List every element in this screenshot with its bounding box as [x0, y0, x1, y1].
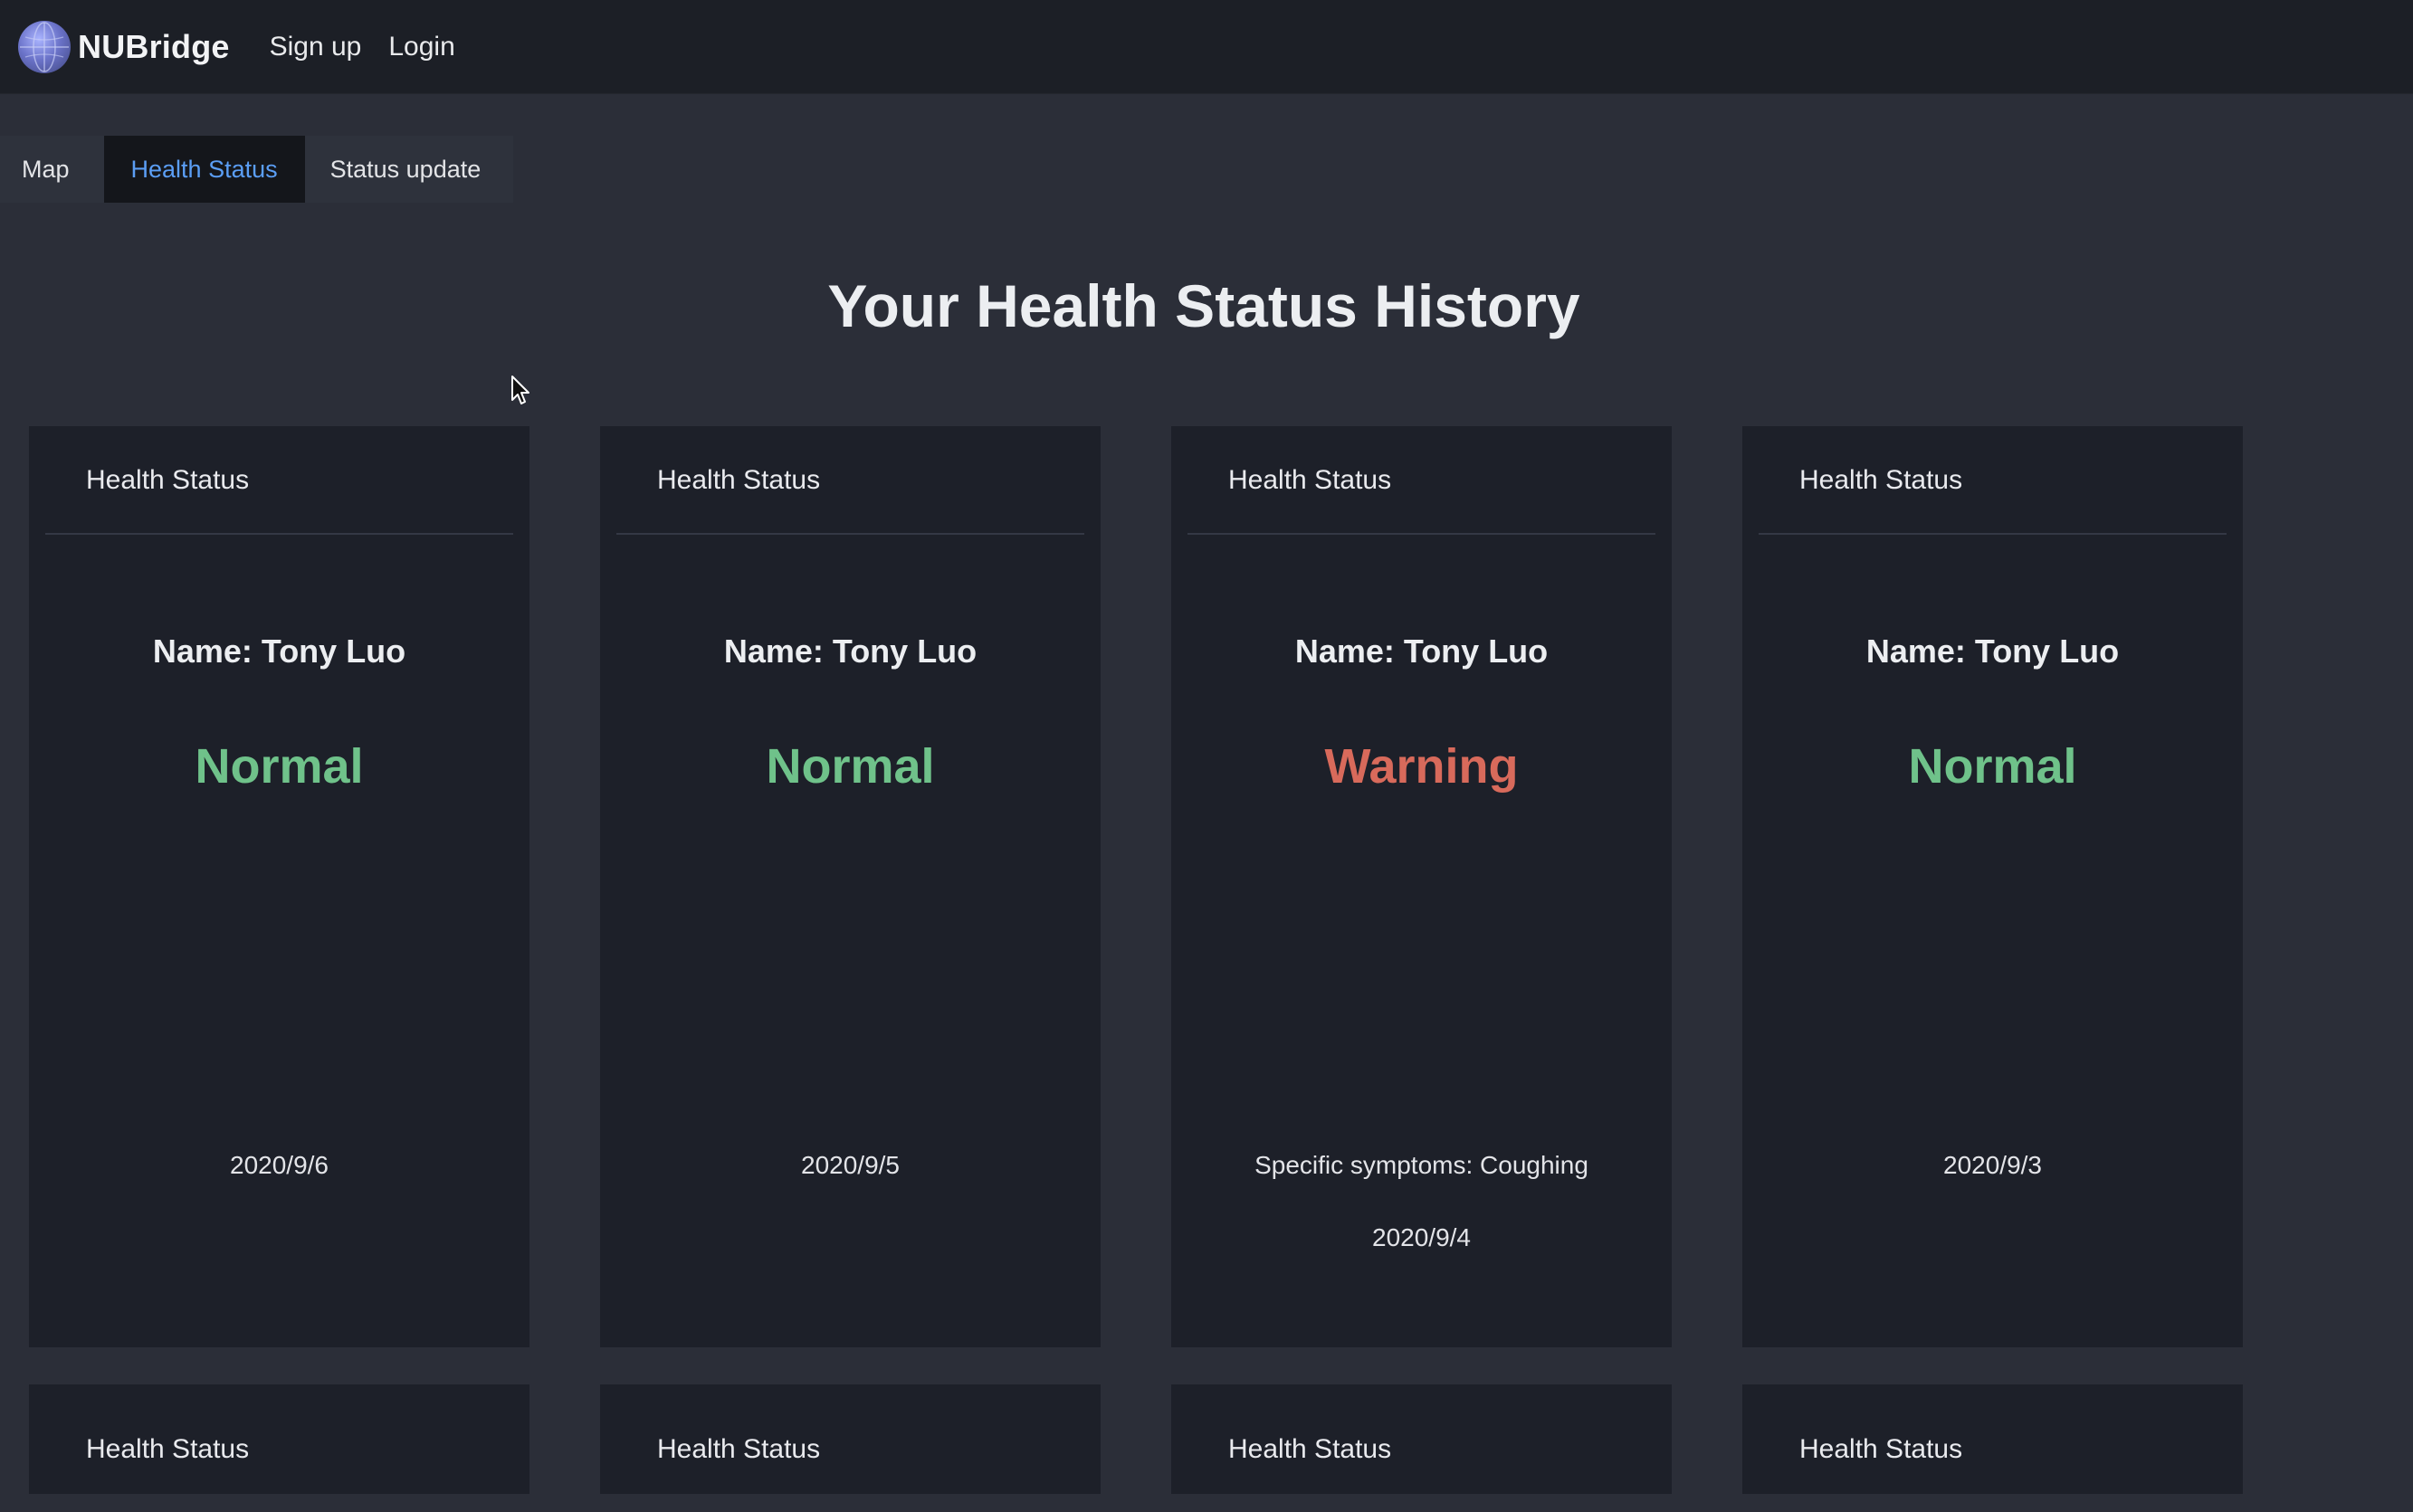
card-header-label: Health Status	[86, 1433, 250, 1464]
login-link[interactable]: Login	[388, 32, 454, 62]
card-header: Health Status	[1187, 426, 1655, 535]
card-header: Health Status	[1187, 1384, 1655, 1512]
health-card[interactable]: Health Status	[1171, 1384, 1672, 1494]
card-header-label: Health Status	[86, 465, 250, 495]
card-date: 2020/9/3	[1943, 1151, 2042, 1179]
card-name: Name: Tony Luo	[1294, 632, 1549, 670]
tab-status-update[interactable]: Status update	[305, 136, 514, 203]
signup-link[interactable]: Sign up	[270, 32, 362, 62]
card-header-label: Health Status	[1228, 465, 1392, 495]
page-title: Your Health Status History	[0, 271, 2413, 340]
card-header-label: Health Status	[1228, 1433, 1392, 1464]
card-name: Name: Tony Luo	[723, 632, 978, 670]
card-header: Health Status	[616, 426, 1084, 535]
card-date: 2020/9/4	[1372, 1223, 1471, 1251]
health-card[interactable]: Health Status Name: Tony Luo Normal 2020…	[29, 426, 529, 1347]
health-card[interactable]: Health Status Name: Tony Luo Normal 2020…	[600, 426, 1101, 1347]
brand[interactable]: NUBridge	[18, 20, 230, 73]
health-card[interactable]: Health Status	[29, 1384, 529, 1494]
card-header: Health Status	[1759, 426, 2227, 535]
card-header: Health Status	[45, 426, 513, 535]
top-navbar: NUBridge Sign up Login	[0, 0, 2413, 94]
health-card[interactable]: Health Status	[1742, 1384, 2243, 1494]
health-card[interactable]: Health Status	[600, 1384, 1101, 1494]
card-status: Normal	[1908, 739, 2077, 794]
brand-name: NUBridge	[78, 27, 230, 65]
page-title-text: Your Health Status History	[827, 272, 1580, 339]
mouse-cursor-icon	[511, 376, 529, 404]
card-status: Normal	[195, 739, 364, 794]
globe-logo-icon	[18, 20, 71, 73]
card-name: Name: Tony Luo	[152, 632, 406, 670]
health-card[interactable]: Health Status Name: Tony Luo Normal 2020…	[1742, 426, 2243, 1347]
tab-map[interactable]: Map	[0, 136, 104, 203]
card-header: Health Status	[1759, 1384, 2227, 1512]
card-header-label: Health Status	[657, 465, 821, 495]
tab-bar: Map Health Status Status update	[0, 136, 514, 203]
tab-health-status[interactable]: Health Status	[103, 136, 305, 203]
card-symptoms: Specific symptoms: Coughing	[1254, 1151, 1588, 1179]
health-card[interactable]: Health Status Name: Tony Luo Warning Spe…	[1171, 426, 1672, 1347]
card-date: 2020/9/6	[230, 1151, 329, 1179]
card-header-label: Health Status	[1799, 465, 1963, 495]
card-date: 2020/9/5	[801, 1151, 900, 1179]
card-header: Health Status	[616, 1384, 1084, 1512]
card-header-label: Health Status	[657, 1433, 821, 1464]
card-header: Health Status	[45, 1384, 513, 1512]
card-status: Normal	[766, 739, 935, 794]
card-header-label: Health Status	[1799, 1433, 1963, 1464]
card-name: Name: Tony Luo	[1865, 632, 2120, 670]
card-status: Warning	[1324, 739, 1519, 794]
